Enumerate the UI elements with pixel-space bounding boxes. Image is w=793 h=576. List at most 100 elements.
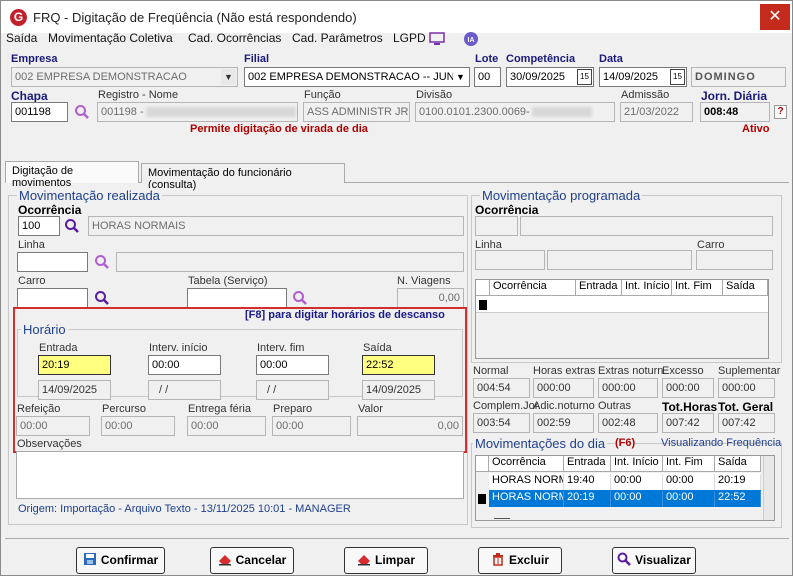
menu-cad-parametros[interactable]: Cad. Parâmetros	[292, 31, 383, 45]
programada-ocorrencia-desc	[520, 216, 773, 236]
total-label: Adic.noturno	[533, 400, 595, 412]
total-value: 004:54	[473, 378, 530, 398]
confirmar-button[interactable]: Confirmar	[76, 547, 165, 574]
observacoes-textarea[interactable]	[16, 451, 464, 499]
total-label: Horas extras	[533, 365, 596, 377]
search-icon[interactable]	[74, 104, 90, 120]
saida-input[interactable]: 22:52	[362, 355, 435, 375]
search-icon[interactable]	[94, 290, 110, 306]
viagens-field: 0,00	[397, 288, 464, 308]
chevron-down-icon: ▼	[221, 69, 236, 85]
interv-fim-label: Interv. fim	[257, 342, 305, 354]
dia-shortcut: (F6)	[615, 437, 636, 449]
entrega-label: Entrega féria	[188, 403, 251, 415]
total-label: Excesso	[662, 365, 704, 377]
tabela-input[interactable]	[187, 288, 287, 308]
linha-label: Linha	[18, 239, 45, 251]
data-value: 14/09/2025	[603, 71, 659, 83]
divisao-label: Divisão	[416, 89, 453, 101]
grid-header: Int. Fim	[663, 456, 715, 472]
interv-inicio-input[interactable]: 00:00	[148, 355, 221, 375]
competencia-input[interactable]: 30/09/2025 15	[506, 67, 594, 87]
ia-assistant-icon[interactable]: IA	[463, 31, 479, 47]
table-row[interactable]: HORAS NORM 19:40 00:00 00:00 20:19	[489, 473, 761, 490]
grid-header: Int. Fim	[672, 280, 723, 296]
linha-input[interactable]	[17, 252, 88, 272]
calendar-icon[interactable]: 15	[577, 69, 592, 85]
chevron-down-icon: ▼	[453, 69, 468, 85]
excluir-label: Excluir	[508, 553, 550, 567]
competencia-value: 30/09/2025	[510, 71, 566, 83]
monitor-icon[interactable]	[429, 32, 445, 46]
table-row[interactable]	[476, 296, 768, 313]
cell-entrada: 20:19	[564, 491, 611, 507]
weekday-field: DOMINGO	[691, 67, 786, 87]
dia-grid[interactable]: Ocorrência Entrada Int. Início Int. Fim …	[475, 455, 775, 521]
eraser-icon	[357, 555, 370, 566]
total-label: Outras	[598, 400, 632, 412]
saida-date: 14/09/2025	[362, 380, 435, 400]
chapa-input[interactable]: 001198	[11, 102, 68, 122]
entrada-input[interactable]: 20:19	[38, 355, 111, 375]
close-button[interactable]: ✕	[760, 4, 790, 30]
grid-corner	[476, 280, 490, 296]
valor-label: Valor	[358, 403, 383, 415]
search-icon[interactable]	[94, 254, 110, 270]
saida-label: Saída	[363, 342, 392, 354]
total-value: 002:59	[533, 413, 594, 433]
total-value: 002:48	[598, 413, 658, 433]
programada-ocorrencia-code	[475, 216, 518, 236]
jornada-field: 008:48	[700, 102, 770, 122]
row-indicator-icon	[478, 494, 486, 504]
lote-label: Lote	[475, 53, 499, 65]
programada-ocorrencia-label: Ocorrência	[475, 203, 539, 217]
empresa-select[interactable]: 002 EMPRESA DEMONSTRACAO ▼	[11, 67, 238, 87]
menu-cad-ocorrencias[interactable]: Cad. Ocorrências	[188, 31, 281, 45]
cancelar-label: Cancelar	[235, 553, 287, 567]
ocorrencia-code-input[interactable]: 100	[18, 216, 60, 236]
visualizar-button[interactable]: Visualizar	[612, 547, 696, 574]
scrollbar[interactable]	[763, 456, 774, 520]
tab-digitacao[interactable]: Digitação de movimentos	[5, 161, 139, 189]
admissao-label: Admissão	[621, 89, 670, 101]
window-title: FRQ - Digitação de Freqüência (Não está …	[33, 10, 357, 25]
menu-lgpd[interactable]: LGPD	[393, 31, 426, 45]
calendar-icon[interactable]: 15	[670, 69, 685, 85]
help-icon[interactable]: ?	[774, 105, 787, 119]
dia-title: Movimentações do dia	[473, 436, 608, 451]
app-logo-icon: G	[10, 9, 27, 26]
cell-entrada: 19:40	[564, 474, 611, 490]
table-row-selected[interactable]: HORAS NORM 20:19 00:00 00:00 22:52	[489, 490, 761, 507]
limpar-button[interactable]: Limpar	[344, 547, 428, 574]
registro-value: 001198 -	[101, 106, 144, 118]
carro-input[interactable]	[17, 288, 88, 308]
excluir-button[interactable]: Excluir	[478, 547, 562, 574]
programada-grid[interactable]: Ocorrência Entrada Int. Início Int. Fim …	[475, 279, 769, 359]
data-input[interactable]: 14/09/2025 15	[599, 67, 687, 87]
search-icon[interactable]	[292, 290, 308, 306]
total-value: 003:54	[473, 413, 530, 433]
cancelar-button[interactable]: Cancelar	[210, 547, 294, 574]
ocorrencia-desc: HORAS NORMAIS	[88, 216, 464, 236]
menu-movimentacao-coletiva[interactable]: Movimentação Coletiva	[48, 31, 173, 45]
chapa-label: Chapa	[11, 89, 48, 103]
total-label: Extras noturn.	[598, 365, 667, 377]
jornada-label: Jorn. Diária	[701, 89, 768, 103]
entrega-field: 00:00	[187, 416, 266, 436]
visualizando-text: Visualizando Frequência	[661, 437, 782, 449]
lote-input[interactable]: 00	[474, 67, 501, 87]
preparo-field: 00:00	[272, 416, 351, 436]
grid-header: Entrada	[564, 456, 611, 472]
total-value: 000:00	[718, 378, 775, 398]
cell-saida: 20:19	[715, 474, 761, 490]
interv-fim-input[interactable]: 00:00	[256, 355, 329, 375]
filial-select[interactable]: 002 EMPRESA DEMONSTRACAO -- JUNC ▼	[244, 67, 470, 87]
search-icon[interactable]	[64, 218, 80, 234]
tab-movimentacao-consulta[interactable]: Movimentação do funcionário (consulta)	[141, 163, 345, 191]
menu-saida[interactable]: Saída	[6, 31, 37, 45]
permite-message: Permite digitação de virada de dia	[190, 123, 368, 135]
divisao-value: 0100.0101.2300.0069-	[419, 106, 530, 118]
entrada-label: Entrada	[39, 342, 78, 354]
filial-value: 002 EMPRESA DEMONSTRACAO -- JUNC	[248, 71, 463, 83]
filial-label: Filial	[244, 53, 270, 65]
